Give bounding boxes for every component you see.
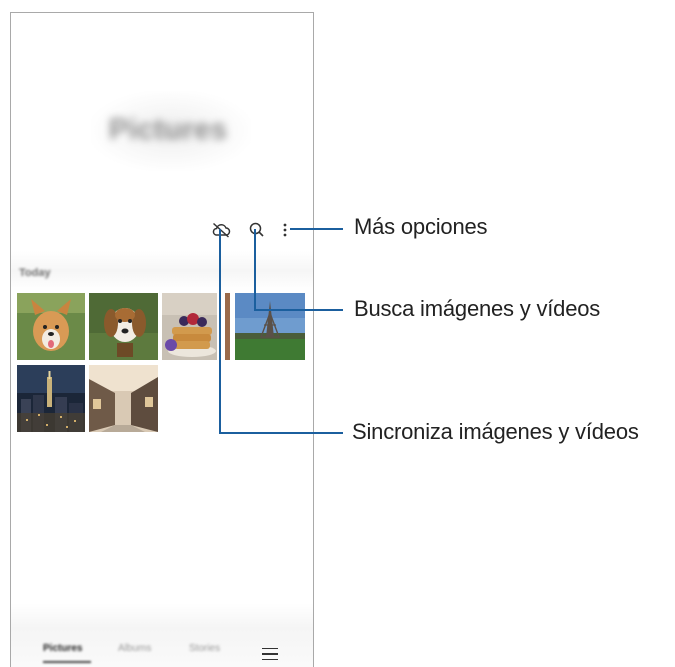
more-options-icon[interactable]: [281, 221, 289, 239]
photo-village-street-thumbnail[interactable]: [89, 365, 158, 432]
search-callout-line-vertical: [254, 229, 256, 311]
sync-callout-line-horizontal: [219, 432, 343, 434]
photo-eiffel-tower-thumbnail[interactable]: [235, 293, 305, 360]
more-options-callout-line: [290, 228, 343, 230]
tab-pictures[interactable]: Pictures: [43, 643, 82, 654]
photo-pancakes-thumbnail[interactable]: [162, 293, 217, 360]
section-header-band: [11, 251, 313, 291]
photo-beagle-thumbnail[interactable]: [89, 293, 158, 360]
photo-night-city-thumbnail[interactable]: [17, 365, 85, 432]
photo-corgi-thumbnail[interactable]: [17, 293, 85, 360]
sync-callout: Sincroniza imágenes y vídeos: [352, 419, 639, 444]
search-callout-line-horizontal: [254, 309, 343, 311]
tab-stories[interactable]: Stories: [189, 643, 220, 654]
tab-albums[interactable]: Albums: [118, 643, 151, 654]
more-options-callout: Más opciones: [354, 214, 488, 239]
search-callout: Busca imágenes y vídeos: [354, 296, 601, 321]
search-icon[interactable]: [248, 221, 266, 239]
phone-screen: Pictures Today Pictures Albums Stories: [10, 12, 314, 667]
cloud-off-icon[interactable]: [211, 221, 231, 239]
page-title: Pictures: [108, 113, 228, 146]
photo-partial-thumbnail[interactable]: [225, 293, 230, 360]
section-label: Today: [19, 267, 51, 279]
active-tab-indicator: [43, 661, 91, 663]
sync-callout-line-vertical: [219, 229, 221, 434]
hamburger-menu-icon[interactable]: [262, 648, 278, 662]
